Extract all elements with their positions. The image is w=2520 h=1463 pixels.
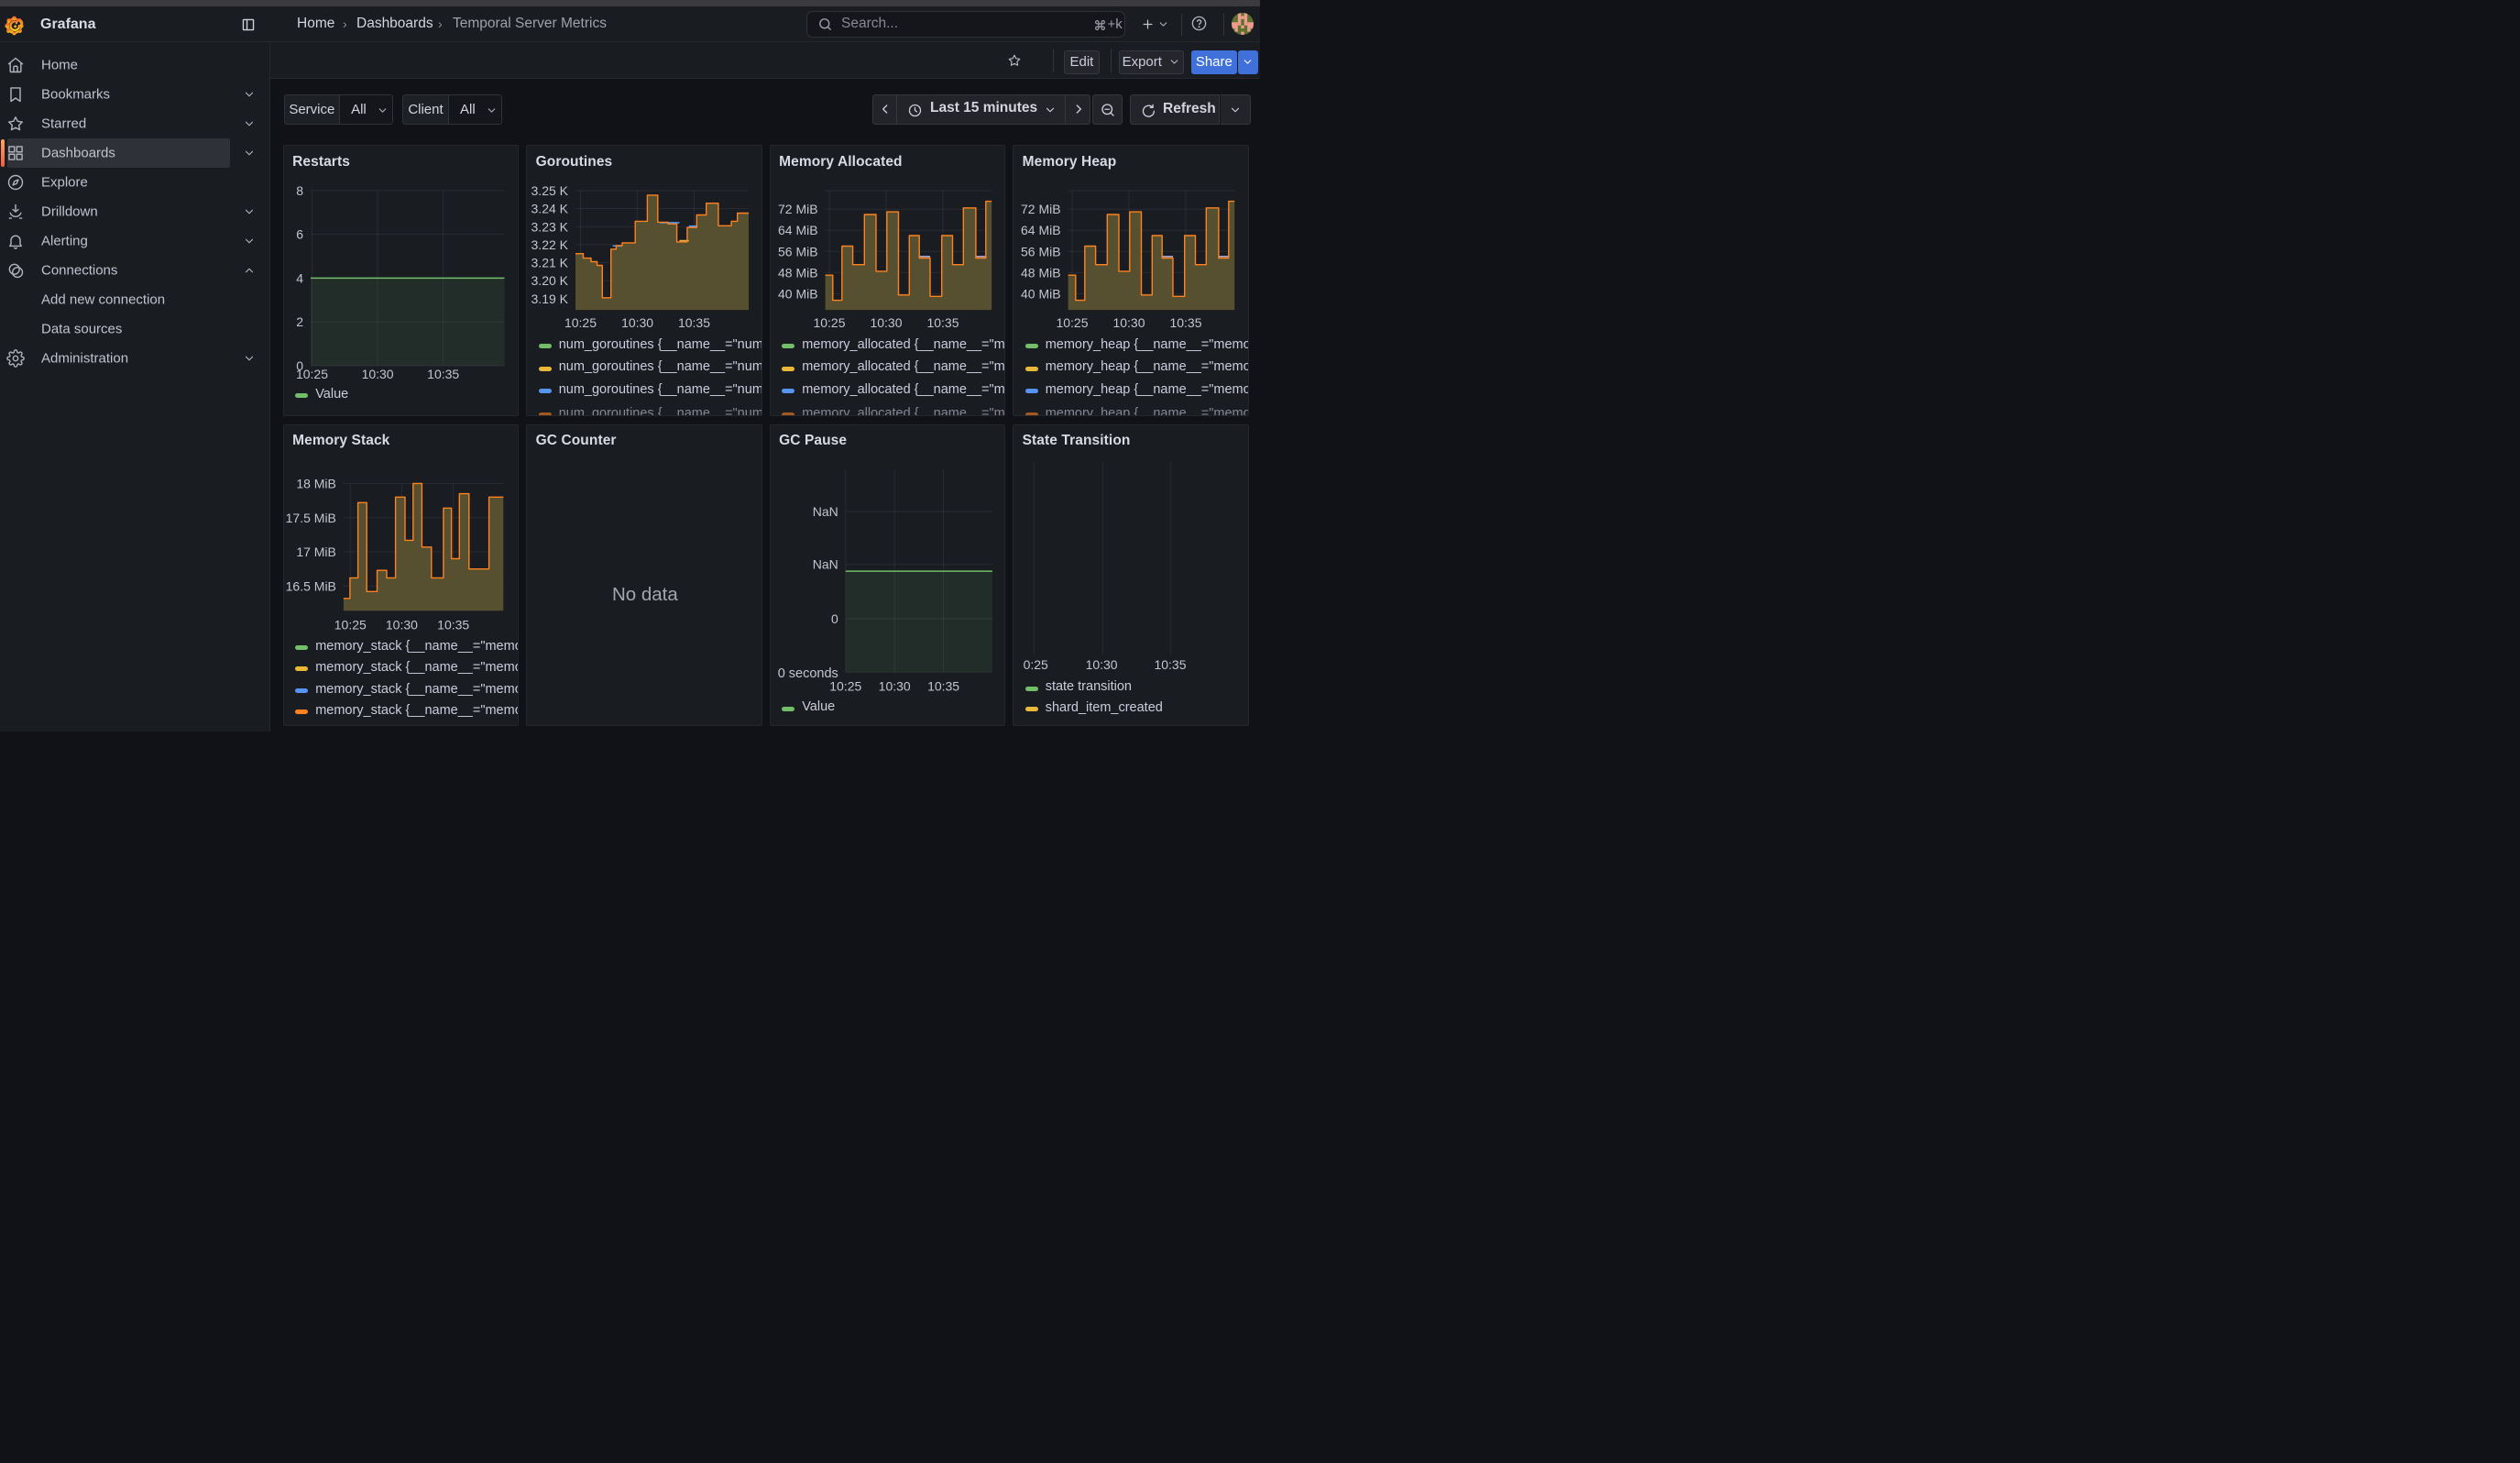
svg-text:10:35: 10:35 xyxy=(678,315,710,330)
svg-text:10:30: 10:30 xyxy=(1113,315,1145,330)
svg-text:17.5 MiB: 17.5 MiB xyxy=(285,511,335,525)
svg-text:10:25: 10:25 xyxy=(334,617,366,632)
svg-text:72 MiB: 72 MiB xyxy=(778,202,818,216)
svg-text:48 MiB: 48 MiB xyxy=(778,265,818,280)
svg-text:3.21 K: 3.21 K xyxy=(531,256,569,270)
svg-text:56 MiB: 56 MiB xyxy=(1021,244,1061,258)
svg-text:10:30: 10:30 xyxy=(878,678,910,693)
svg-text:3.20 K: 3.20 K xyxy=(531,273,569,288)
svg-text:10:35: 10:35 xyxy=(437,617,469,632)
svg-text:10:25: 10:25 xyxy=(1057,315,1089,330)
svg-text:10:30: 10:30 xyxy=(870,315,902,330)
svg-text:10:25: 10:25 xyxy=(296,367,328,381)
svg-text:10:30: 10:30 xyxy=(361,367,393,381)
svg-text:3.24 K: 3.24 K xyxy=(531,202,569,216)
svg-text:17 MiB: 17 MiB xyxy=(296,544,336,559)
svg-text:10:25: 10:25 xyxy=(813,315,845,330)
svg-text:48 MiB: 48 MiB xyxy=(1021,265,1061,280)
svg-text:40 MiB: 40 MiB xyxy=(1021,287,1061,302)
svg-text:72 MiB: 72 MiB xyxy=(1021,202,1061,216)
svg-text:56 MiB: 56 MiB xyxy=(778,244,818,258)
svg-text:10:35: 10:35 xyxy=(1170,315,1202,330)
svg-text:10:30: 10:30 xyxy=(1086,657,1118,672)
svg-text:NaN: NaN xyxy=(812,557,838,572)
svg-text:10:25: 10:25 xyxy=(564,315,597,330)
svg-text:10:30: 10:30 xyxy=(385,617,417,632)
svg-text:6: 6 xyxy=(296,227,303,242)
svg-text:10:35: 10:35 xyxy=(1155,657,1187,672)
svg-text:0: 0 xyxy=(831,611,838,626)
svg-text:64 MiB: 64 MiB xyxy=(1021,223,1061,237)
svg-text:10:30: 10:30 xyxy=(621,315,653,330)
svg-text:10:35: 10:35 xyxy=(926,315,959,330)
svg-text:40 MiB: 40 MiB xyxy=(778,287,818,302)
svg-text:10:35: 10:35 xyxy=(927,678,959,693)
svg-text:0:25: 0:25 xyxy=(1024,657,1048,672)
svg-text:64 MiB: 64 MiB xyxy=(778,223,818,237)
svg-text:3.19 K: 3.19 K xyxy=(531,292,569,306)
svg-text:4: 4 xyxy=(296,271,303,286)
svg-text:16.5 MiB: 16.5 MiB xyxy=(285,578,335,593)
svg-text:8: 8 xyxy=(296,183,303,198)
svg-text:18 MiB: 18 MiB xyxy=(296,476,336,490)
svg-text:3.23 K: 3.23 K xyxy=(531,219,569,234)
svg-text:3.22 K: 3.22 K xyxy=(531,237,569,252)
svg-text:10:25: 10:25 xyxy=(829,678,861,693)
svg-text:10:35: 10:35 xyxy=(427,367,459,381)
svg-text:3.25 K: 3.25 K xyxy=(531,183,569,198)
svg-text:2: 2 xyxy=(296,314,303,329)
svg-text:NaN: NaN xyxy=(812,504,838,519)
